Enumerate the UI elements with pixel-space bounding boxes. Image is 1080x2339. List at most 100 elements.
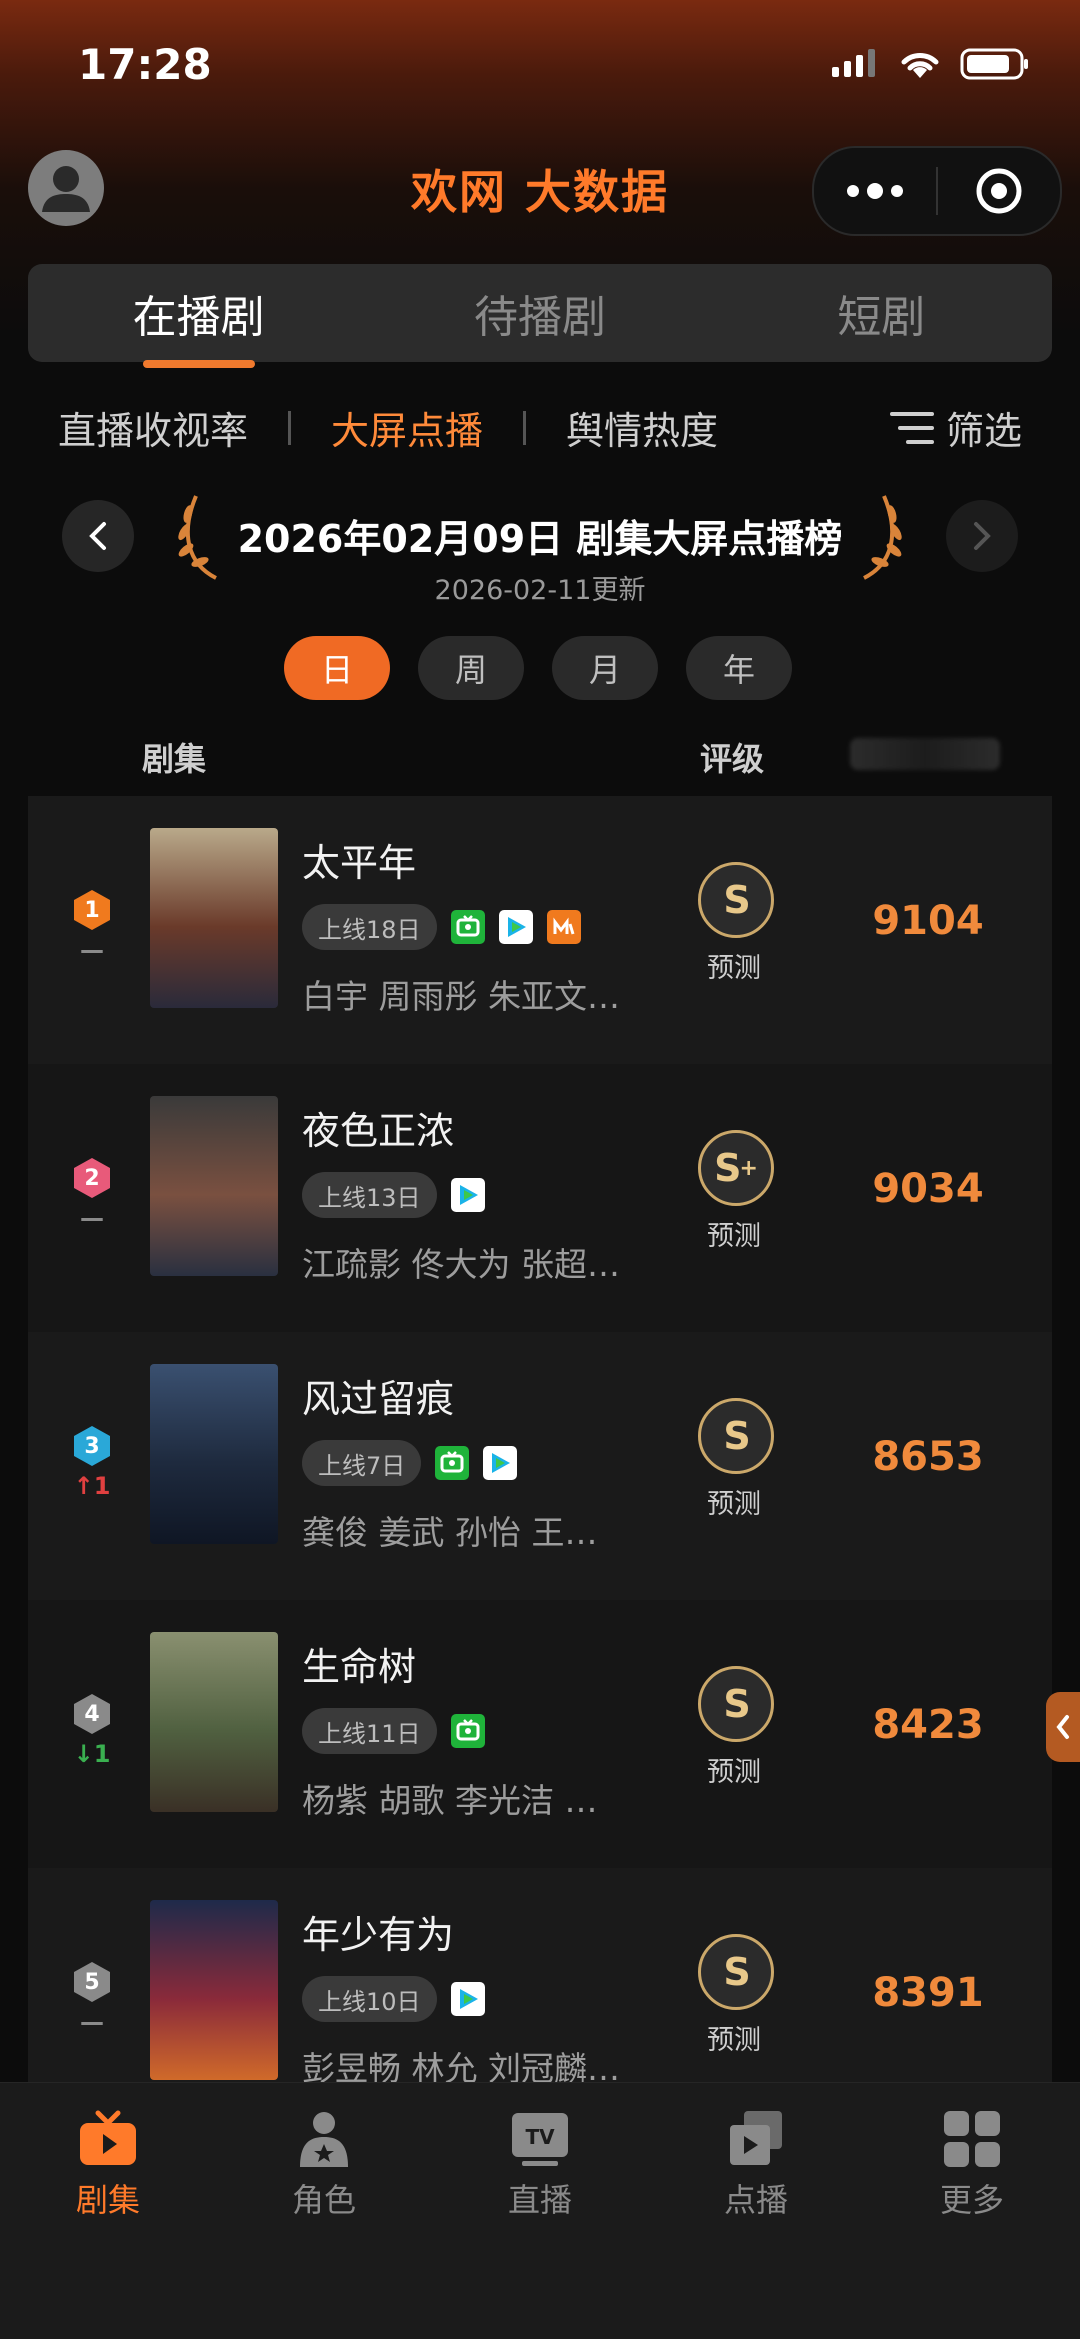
status-time: 17:28 (78, 40, 212, 89)
period-day[interactable]: 日 (284, 636, 390, 700)
wifi-icon (901, 53, 939, 78)
rank-badge: 2 (72, 1156, 112, 1200)
ranking-list: 1 — 太平年 上线18日 白宇 周雨彤 朱亚文… S 预测 9104 2 — 夜色正浓 上线13日江… (28, 796, 1052, 2136)
poster-image[interactable] (150, 1096, 278, 1276)
status-icons (830, 48, 1030, 80)
online-days-badge: 上线18日 (302, 904, 437, 950)
grade-letter: S (723, 1682, 751, 1726)
tencent-platform-icon (451, 1178, 485, 1212)
side-drawer-handle[interactable] (1046, 1692, 1080, 1762)
period-selector: 日 周 月 年 (284, 636, 792, 700)
series-title: 夜色正浓 (302, 1109, 455, 1153)
close-button[interactable] (938, 148, 1060, 234)
online-days-badge: 上线13日 (302, 1172, 437, 1218)
rank-change: ↑1 (73, 1472, 111, 1500)
subtab-vod[interactable]: 大屏点播 (331, 400, 483, 455)
subtab-divider (523, 410, 527, 445)
bottom-nav: 剧集 角色 TV 直播 点播 更多 (0, 2082, 1080, 2339)
poster-image[interactable] (150, 828, 278, 1008)
grade-badge: S + (698, 1130, 774, 1206)
rank-badge: 3 (72, 1424, 112, 1468)
grade-letter: S (723, 1950, 751, 1994)
subtab-public-opinion[interactable]: 舆情热度 (566, 400, 718, 455)
series-title: 年少有为 (302, 1913, 455, 1957)
period-year[interactable]: 年 (686, 636, 792, 700)
grade-badge: S (698, 1398, 774, 1474)
list-item[interactable]: 1 — 太平年 上线18日 白宇 周雨彤 朱亚文… S 预测 9104 (28, 796, 1052, 1064)
period-week[interactable]: 周 (418, 636, 524, 700)
nav-live-label: 直播 (507, 2181, 572, 2219)
series-title: 太平年 (302, 841, 417, 885)
list-item[interactable]: 2 — 夜色正浓 上线13日 江疏影 佟大为 张超… S + 预测 9034 (28, 1064, 1052, 1332)
list-item[interactable]: 3 ↑1 风过留痕 上线7日 龚俊 姜武 孙怡 王… S 预测 8653 (28, 1332, 1052, 1600)
rank-change: — (80, 2008, 104, 2036)
chevron-left-icon (1056, 1715, 1069, 1739)
score-value: 8653 (872, 1434, 984, 1480)
tencent-platform-icon (483, 1446, 517, 1480)
sub-tabs: 直播收视率 大屏点播 舆情热度 (58, 400, 718, 455)
mini-program-capsule (812, 146, 1062, 236)
rank-number: 2 (84, 1165, 100, 1191)
tv-play-icon (80, 2110, 136, 2165)
grade-letter: S (723, 1414, 751, 1458)
filter-button[interactable]: 筛选 (889, 400, 1022, 455)
tab-upcoming[interactable]: 待播剧 (369, 264, 710, 362)
poster-image[interactable] (150, 1364, 278, 1544)
rank-change: — (80, 1204, 104, 1232)
tencent-platform-icon (451, 1982, 485, 2016)
nav-more[interactable]: 更多 (864, 2083, 1080, 2339)
tencent-platform-icon (499, 910, 533, 944)
dots-icon (847, 183, 903, 199)
play-stack-icon (730, 2111, 782, 2165)
cast-list: 龚俊 姜武 孙怡 王… (302, 1513, 598, 1552)
nav-roles[interactable]: 角色 (216, 2083, 432, 2339)
list-item[interactable]: 4 ↓1 生命树 上线11日 杨紫 胡歌 李光洁 … S 预测 8423 (28, 1600, 1052, 1868)
series-title: 生命树 (302, 1645, 417, 1689)
rank-number: 5 (84, 1969, 100, 1995)
score-value: 8423 (872, 1702, 984, 1748)
grade-label: 预测 (707, 953, 761, 984)
rank-change: ↓1 (73, 1740, 111, 1768)
poster-image[interactable] (150, 1900, 278, 2080)
grade-badge: S (698, 1666, 774, 1742)
nav-series[interactable]: 剧集 (0, 2083, 216, 2339)
grade-letter: S (714, 1146, 742, 1190)
tv-live-icon: TV (512, 2113, 568, 2166)
online-days-badge: 上线7日 (302, 1440, 422, 1486)
subtab-live-ratings[interactable]: 直播收视率 (58, 400, 248, 455)
poster-image[interactable] (150, 1632, 278, 1812)
svg-text:TV: TV (525, 2125, 555, 2149)
chart-title: 2026年02月09日 剧集大屏点播榜 (237, 517, 843, 561)
grade-plus: + (739, 1155, 758, 1181)
rank-badge: 1 (72, 888, 112, 932)
nav-vod[interactable]: 点播 (648, 2083, 864, 2339)
battery-icon (960, 48, 1028, 80)
nav-vod-label: 点播 (723, 2181, 788, 2219)
more-button[interactable] (814, 148, 936, 234)
filter-label: 筛选 (945, 409, 1022, 453)
subtab-divider (288, 410, 292, 445)
target-icon (976, 168, 1022, 214)
period-month[interactable]: 月 (552, 636, 658, 700)
person-star-icon (300, 2112, 348, 2167)
blurred-column-header (850, 738, 1000, 770)
grade-label: 预测 (707, 2025, 761, 2056)
filter-icon (889, 411, 934, 444)
rank-number: 4 (84, 1701, 100, 1727)
column-series: 剧集 (142, 740, 207, 778)
score-value: 9104 (872, 898, 984, 944)
main-tabs: 在播剧 待播剧 短剧 (28, 264, 1052, 368)
nav-roles-label: 角色 (291, 2181, 356, 2219)
rank-badge: 5 (72, 1960, 112, 2004)
rank-badge: 4 (72, 1692, 112, 1736)
iqiyi-platform-icon (451, 1714, 485, 1748)
tab-short-drama[interactable]: 短剧 (711, 264, 1052, 362)
cast-list: 江疏影 佟大为 张超… (302, 1245, 620, 1284)
tab-airing[interactable]: 在播剧 (28, 264, 369, 368)
cast-list: 杨紫 胡歌 李光洁 … (302, 1781, 598, 1820)
grade-badge: S (698, 862, 774, 938)
nav-live[interactable]: TV 直播 (432, 2083, 648, 2339)
rank-number: 3 (84, 1433, 100, 1459)
column-grade: 评级 (700, 740, 765, 778)
rank-change: — (80, 936, 104, 964)
